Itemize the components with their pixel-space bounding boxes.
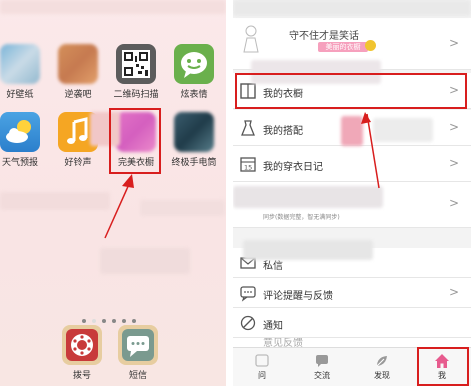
bell-off-icon (240, 315, 256, 331)
wardrobe-app-profile-screen: 守不住才是笑话 美丽的衣橱 > 我的衣橱 > 我的搭配 > 15 我的穿衣日记 … (233, 0, 471, 386)
app-flashlight[interactable]: 终极手电筒 (170, 112, 218, 168)
menu-item-comments[interactable]: 评论提醒与反馈 > (233, 278, 471, 308)
leaf-icon (376, 356, 387, 367)
profile-badge: 美丽的衣橱 (318, 42, 368, 52)
app-wallpaper[interactable]: 好壁纸 (0, 44, 44, 100)
profile-motto: 守不住才是笑话 (289, 31, 359, 42)
svg-text:15: 15 (244, 164, 252, 172)
chevron-right-icon: > (448, 285, 459, 299)
blurred-region (140, 200, 225, 216)
app-dialer[interactable]: 拨号 (58, 325, 106, 381)
app-label: 短信 (128, 371, 147, 381)
red-arrow-icon (361, 112, 380, 189)
blurred-region (0, 192, 110, 210)
app-label: 逆袭吧 (64, 90, 92, 100)
nixi-app-icon (58, 44, 98, 84)
highlight-box (235, 73, 467, 109)
app-label: 二维码扫描 (113, 90, 159, 100)
phone-home-screen: 好壁纸 逆袭吧 二维码扫描 炫表情 天气预报 好铃声 完美衣橱 终极手电筒 拨号… (0, 0, 226, 386)
blurred-region (100, 248, 190, 274)
flashlight-app-icon (174, 112, 214, 152)
chat-icon (316, 355, 328, 367)
tab-label: 交流 (314, 371, 330, 380)
badge-dot-icon (365, 40, 376, 51)
tab-label: 发现 (374, 371, 390, 380)
menu-item-sync[interactable]: 同步(数据完整，智无满同步) > (233, 182, 471, 228)
rotary-phone-icon (62, 325, 102, 365)
highlight-box (109, 108, 161, 174)
blurred-region (243, 240, 373, 260)
dress-icon (241, 120, 255, 136)
menu-label: 我的搭配 (263, 126, 303, 137)
menu-label: 我的穿衣日记 (263, 162, 323, 173)
app-label: 天气预报 (1, 158, 38, 168)
chevron-right-icon: > (448, 36, 459, 50)
weather-sun-cloud-icon (0, 112, 40, 152)
menu-label: 通知 (263, 321, 283, 332)
blurred-region (0, 0, 226, 14)
chevron-right-icon: > (448, 196, 459, 210)
app-sms[interactable]: 短信 (114, 325, 162, 381)
comment-icon (240, 286, 256, 302)
qr-code-icon (116, 44, 156, 84)
app-label: 炫表情 (180, 90, 208, 100)
menu-item-notifications[interactable]: 通知 (233, 308, 471, 338)
menu-item-outfit-diary[interactable]: 15 我的穿衣日记 > (233, 146, 471, 182)
app-emoji[interactable]: 炫表情 (170, 44, 218, 100)
smiley-chat-icon (174, 44, 214, 84)
message-bubble-icon (118, 325, 158, 365)
ask-icon (255, 354, 269, 367)
tab-label: 问 (258, 371, 266, 380)
sync-status-text: 同步(数据完整，智无满同步) (263, 214, 340, 221)
calendar-icon: 15 (240, 157, 256, 172)
tab-chat[interactable]: 交流 (297, 348, 347, 386)
avatar (243, 25, 259, 53)
tab-ask[interactable]: 问 (237, 348, 287, 386)
highlight-box (417, 347, 469, 386)
menu-label: 评论提醒与反馈 (263, 291, 333, 302)
blurred-region (233, 0, 471, 16)
app-label: 终极手电筒 (171, 158, 217, 168)
app-weather[interactable]: 天气预报 (0, 112, 44, 168)
app-nixi[interactable]: 逆袭吧 (54, 44, 102, 100)
tab-discover[interactable]: 发现 (357, 348, 407, 386)
app-label: 拨号 (72, 371, 91, 381)
chevron-right-icon: > (448, 120, 459, 134)
wallpaper-app-icon (0, 44, 40, 84)
app-qr-scanner[interactable]: 二维码扫描 (112, 44, 160, 100)
app-label: 好壁纸 (6, 90, 34, 100)
red-arrow-icon (104, 174, 134, 239)
app-label: 好铃声 (64, 158, 92, 168)
chevron-right-icon: > (448, 156, 459, 170)
